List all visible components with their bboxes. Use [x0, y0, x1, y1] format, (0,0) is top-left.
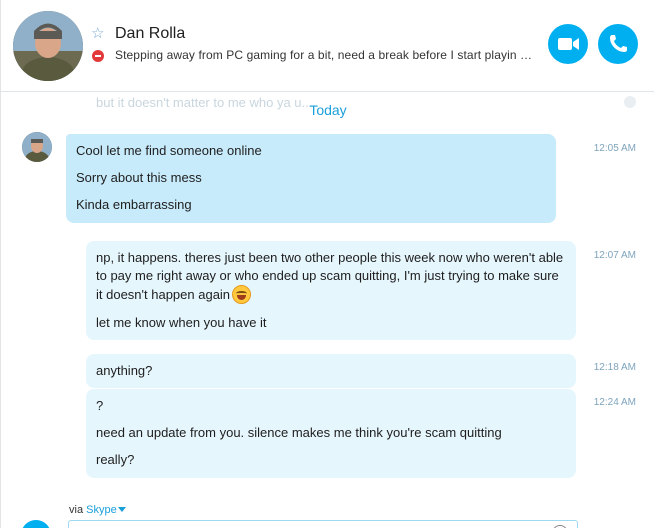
smile-emoji-icon [232, 285, 252, 305]
favorite-star-icon[interactable]: ☆ [91, 26, 107, 42]
message-text: really? [96, 452, 135, 468]
skype-chat-window: ☆ Dan Rolla Stepping away from PC gaming… [0, 0, 654, 528]
message-text: ? [96, 398, 104, 413]
message-bubble-outgoing[interactable]: anything? [86, 354, 576, 389]
add-content-button[interactable] [21, 520, 51, 528]
message-input[interactable] [68, 520, 578, 528]
message-text: Cool let me find someone online [76, 143, 262, 158]
via-label: via [69, 504, 84, 516]
message-timestamp: 12:24 AM [593, 397, 636, 408]
message-text: Kinda embarrassing [76, 197, 192, 213]
do-not-disturb-icon [92, 50, 104, 62]
chevron-down-icon[interactable] [117, 507, 126, 512]
mood-message: Stepping away from PC gaming for a bit, … [115, 48, 535, 62]
conversation-header: ☆ Dan Rolla Stepping away from PC gaming… [1, 0, 654, 92]
message-text: need an update from you. silence makes m… [96, 425, 502, 441]
contact-name[interactable]: Dan Rolla [115, 25, 185, 43]
message-timestamp: 12:07 AM [593, 250, 636, 261]
via-service-link[interactable]: Skype [86, 504, 117, 516]
audio-call-button[interactable] [598, 24, 638, 64]
via-service-selector[interactable]: via Skype [69, 504, 126, 516]
message-history[interactable]: but it doesn't matter to me who ya u... … [1, 92, 654, 528]
message-bubble-outgoing[interactable]: np, it happens. theres just been two oth… [86, 241, 576, 340]
contact-avatar[interactable] [13, 11, 83, 81]
video-camera-icon [558, 38, 579, 50]
message-text: anything? [96, 363, 153, 378]
date-divider: Today [309, 102, 347, 118]
message-timestamp: 12:05 AM [593, 143, 636, 154]
video-call-button[interactable] [548, 24, 588, 64]
message-text: let me know when you have it [96, 314, 267, 330]
message-text: Sorry about this mess [76, 170, 202, 186]
message-timestamp: 12:18 AM [593, 362, 636, 373]
message-text: np, it happens. theres just been two oth… [96, 250, 564, 303]
sender-avatar[interactable] [22, 132, 52, 162]
message-bubble-incoming[interactable]: Cool let me find someone online Sorry ab… [66, 134, 556, 223]
message-bubble-outgoing[interactable]: ? need an update from you. silence makes… [86, 389, 576, 478]
phone-icon [610, 35, 627, 52]
